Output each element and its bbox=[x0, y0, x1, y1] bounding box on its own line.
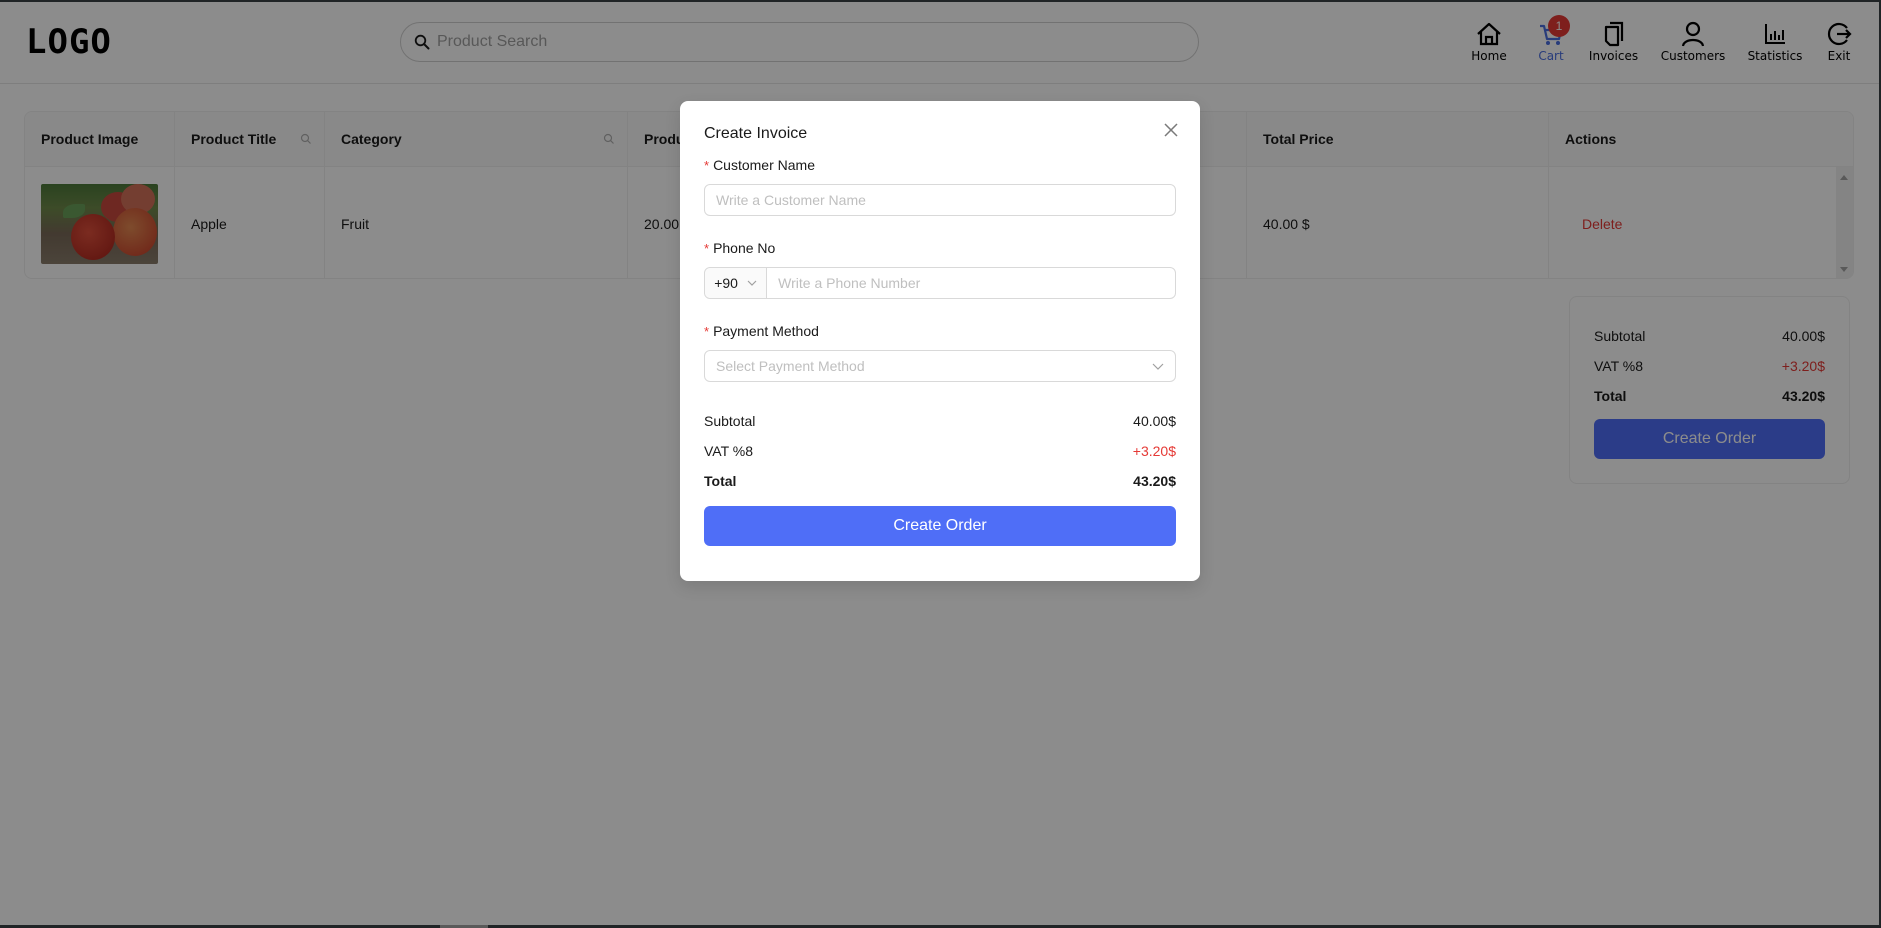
modal-title: Create Invoice bbox=[704, 125, 808, 142]
label-text: Phone No bbox=[713, 240, 776, 256]
customer-name-input[interactable] bbox=[705, 192, 1175, 208]
label-text: Customer Name bbox=[713, 157, 815, 173]
subtotal-label: Subtotal bbox=[704, 413, 756, 429]
vat-value: +3.20$ bbox=[1132, 443, 1176, 459]
modal-subtotal-row: Subtotal 40.00$ bbox=[704, 406, 1176, 436]
required-mark: * bbox=[704, 157, 710, 173]
total-value: 43.20$ bbox=[1133, 473, 1176, 489]
chevron-down-icon bbox=[1152, 363, 1164, 370]
payment-label: * Payment Method bbox=[704, 321, 1176, 341]
customer-name-field[interactable] bbox=[704, 184, 1176, 216]
customer-name-label: * Customer Name bbox=[704, 155, 1176, 175]
subtotal-value: 40.00$ bbox=[1133, 413, 1176, 429]
payment-group: * Payment Method Select Payment Method bbox=[704, 321, 1176, 382]
phone-label: * Phone No bbox=[704, 238, 1176, 258]
payment-method-select[interactable]: Select Payment Method bbox=[704, 350, 1176, 382]
total-label: Total bbox=[704, 473, 737, 489]
required-mark: * bbox=[704, 323, 710, 339]
country-code-value: +90 bbox=[714, 275, 738, 291]
phone-group: * Phone No +90 bbox=[704, 238, 1176, 299]
label-text: Payment Method bbox=[713, 323, 819, 339]
vat-label: VAT %8 bbox=[704, 443, 754, 459]
modal-total-row: Total 43.20$ bbox=[704, 466, 1176, 496]
modal-totals: Subtotal 40.00$ VAT %8 +3.20$ Total 43.2… bbox=[704, 406, 1176, 496]
country-code-select[interactable]: +90 bbox=[705, 268, 768, 298]
modal-vat-row: VAT %8 +3.20$ bbox=[704, 436, 1176, 466]
required-mark: * bbox=[704, 240, 710, 256]
close-icon[interactable] bbox=[1162, 121, 1180, 139]
create-order-button[interactable]: Create Order bbox=[704, 506, 1176, 546]
app-window: LOGO Home bbox=[0, 2, 1879, 925]
phone-input[interactable] bbox=[767, 275, 1175, 291]
customer-name-group: * Customer Name bbox=[704, 155, 1176, 216]
phone-field: +90 bbox=[704, 267, 1176, 299]
create-invoice-modal: Create Invoice * Customer Name * Phone N… bbox=[680, 101, 1200, 581]
chevron-down-icon bbox=[747, 280, 757, 286]
payment-placeholder: Select Payment Method bbox=[716, 358, 865, 374]
